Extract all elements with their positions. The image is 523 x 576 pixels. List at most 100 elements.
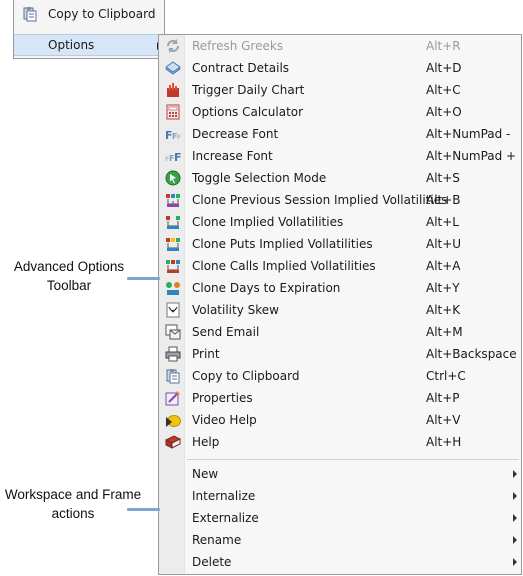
menu-item-shortcut: Alt+S bbox=[426, 171, 460, 185]
menu-item-shortcut: Alt+Backspace bbox=[426, 347, 517, 361]
menu-item-clone-puts[interactable]: Clone Puts Implied Vollatilities Alt+U bbox=[159, 233, 521, 255]
parent-context-menu: Copy to Clipboard Options bbox=[13, 0, 165, 59]
menu-item-increase-font[interactable]: FFF Increase Font Alt+NumPad + bbox=[159, 145, 521, 167]
menu-item-copy-to-clipboard[interactable]: Copy to Clipboard Ctrl+C bbox=[159, 365, 521, 387]
parent-menu-copy-to-clipboard[interactable]: Copy to Clipboard bbox=[14, 3, 164, 25]
parent-menu-copy-label: Copy to Clipboard bbox=[48, 7, 156, 21]
toggle-selection-icon bbox=[165, 170, 181, 186]
menu-item-shortcut: Alt+V bbox=[426, 413, 461, 427]
clipboard-icon bbox=[22, 6, 38, 22]
menu-item-label: Options Calculator bbox=[192, 105, 304, 119]
clone-calls-icon bbox=[165, 258, 181, 274]
menu-item-shortcut: Alt+H bbox=[426, 435, 462, 449]
menu-item-externalize[interactable]: Externalize bbox=[159, 507, 521, 529]
menu-item-new[interactable]: New bbox=[159, 463, 521, 485]
menu-item-label: Toggle Selection Mode bbox=[192, 171, 327, 185]
menu-item-label: Internalize bbox=[192, 489, 256, 503]
menu-item-help[interactable]: Help Alt+H bbox=[159, 431, 521, 453]
menu-item-toggle-selection-mode[interactable]: Toggle Selection Mode Alt+S bbox=[159, 167, 521, 189]
submenu-arrow-icon bbox=[513, 514, 517, 522]
menu-item-rename[interactable]: Rename bbox=[159, 529, 521, 551]
menu-item-properties[interactable]: Properties Alt+P bbox=[159, 387, 521, 409]
menu-item-label: Clone Puts Implied Vollatilities bbox=[192, 237, 373, 251]
menu-item-shortcut: Alt+R bbox=[426, 39, 461, 53]
refresh-icon bbox=[165, 38, 181, 54]
menu-item-shortcut: Ctrl+C bbox=[426, 369, 466, 383]
menu-item-trigger-daily-chart[interactable]: Trigger Daily Chart Alt+C bbox=[159, 79, 521, 101]
menu-item-clone-previous-session[interactable]: Clone Previous Session Implied Vollatili… bbox=[159, 189, 521, 211]
menu-item-label: Clone Implied Vollatilities bbox=[192, 215, 344, 229]
menu-item-video-help[interactable]: Video Help Alt+V bbox=[159, 409, 521, 431]
contract-details-icon bbox=[165, 60, 181, 76]
menu-item-shortcut: Alt+D bbox=[426, 61, 462, 75]
submenu-arrow-icon bbox=[513, 492, 517, 500]
menu-item-shortcut: Alt+K bbox=[426, 303, 461, 317]
menu-item-refresh-greeks[interactable]: Refresh Greeks Alt+R bbox=[159, 35, 521, 57]
menu-item-clone-days[interactable]: Clone Days to Expiration Alt+Y bbox=[159, 277, 521, 299]
menu-item-shortcut: Alt+U bbox=[426, 237, 462, 251]
annotation-pointer-line bbox=[127, 277, 160, 280]
svg-text:F: F bbox=[174, 151, 181, 164]
clipboard-icon bbox=[165, 368, 181, 384]
menu-item-shortcut: Alt+B bbox=[426, 193, 461, 207]
menu-item-label: Video Help bbox=[192, 413, 257, 427]
menu-item-label: Clone Previous Session Implied Vollatili… bbox=[192, 193, 448, 207]
menu-item-label: Refresh Greeks bbox=[192, 39, 284, 53]
menu-item-options-calculator[interactable]: Options Calculator Alt+O bbox=[159, 101, 521, 123]
parent-menu-options-label: Options bbox=[48, 38, 95, 52]
menu-item-label: Clone Days to Expiration bbox=[192, 281, 341, 295]
help-book-icon bbox=[164, 434, 182, 450]
menu-item-label: Send Email bbox=[192, 325, 260, 339]
menu-item-shortcut: Alt+O bbox=[426, 105, 462, 119]
menu-item-clone-implied[interactable]: Clone Implied Vollatilities Alt+L bbox=[159, 211, 521, 233]
svg-text:F: F bbox=[177, 134, 181, 141]
daily-chart-icon bbox=[165, 82, 181, 98]
menu-item-contract-details[interactable]: Contract Details Alt+D bbox=[159, 57, 521, 79]
menu-item-label: Properties bbox=[192, 391, 253, 405]
decrease-font-icon: FFF bbox=[165, 126, 181, 142]
menu-item-shortcut: Alt+A bbox=[426, 259, 461, 273]
submenu-arrow-icon bbox=[513, 536, 517, 544]
menu-separator bbox=[187, 459, 519, 460]
menu-item-clone-calls[interactable]: Clone Calls Implied Vollatilities Alt+A bbox=[159, 255, 521, 277]
menu-item-label: Help bbox=[192, 435, 220, 449]
menu-item-label: Externalize bbox=[192, 511, 259, 525]
menu-item-label: Delete bbox=[192, 555, 232, 569]
menu-item-label: Rename bbox=[192, 533, 242, 547]
properties-icon bbox=[165, 390, 181, 406]
menu-item-print[interactable]: Print Alt+Backspace bbox=[159, 343, 521, 365]
submenu-arrow-icon bbox=[513, 470, 517, 478]
menu-item-internalize[interactable]: Internalize bbox=[159, 485, 521, 507]
submenu-arrow-icon bbox=[513, 558, 517, 566]
menu-item-label: Clone Calls Implied Vollatilities bbox=[192, 259, 376, 273]
menu-item-delete[interactable]: Delete bbox=[159, 551, 521, 573]
menu-item-shortcut: Alt+Y bbox=[426, 281, 460, 295]
menu-item-label: Decrease Font bbox=[192, 127, 279, 141]
menu-item-label: Contract Details bbox=[192, 61, 290, 75]
volatility-skew-icon bbox=[165, 302, 181, 318]
menu-item-label: Trigger Daily Chart bbox=[192, 83, 305, 97]
menu-item-send-email[interactable]: Send Email Alt+M bbox=[159, 321, 521, 343]
menu-item-label: Copy to Clipboard bbox=[192, 369, 300, 383]
menu-item-decrease-font[interactable]: FFF Decrease Font Alt+NumPad - bbox=[159, 123, 521, 145]
clone-days-icon bbox=[165, 280, 181, 296]
clone-previous-icon bbox=[165, 192, 181, 208]
clone-implied-icon bbox=[165, 214, 181, 230]
video-help-icon bbox=[165, 412, 181, 428]
menu-item-volatility-skew[interactable]: Volatility Skew Alt+K bbox=[159, 299, 521, 321]
menu-item-label: Increase Font bbox=[192, 149, 273, 163]
increase-font-icon: FFF bbox=[165, 148, 182, 164]
email-icon bbox=[165, 324, 181, 340]
options-submenu: Refresh Greeks Alt+R Contract Details Al… bbox=[158, 34, 522, 575]
clone-puts-icon bbox=[165, 236, 181, 252]
calculator-icon bbox=[165, 104, 181, 120]
annotation-pointer-line bbox=[127, 508, 160, 511]
parent-menu-options[interactable]: Options bbox=[14, 34, 164, 56]
printer-icon bbox=[165, 346, 181, 362]
menu-item-shortcut: Alt+NumPad + bbox=[426, 149, 517, 163]
menu-item-shortcut: Alt+L bbox=[426, 215, 459, 229]
menu-item-shortcut: Alt+P bbox=[426, 391, 460, 405]
annotation-advanced-toolbar: Advanced Options Toolbar bbox=[13, 259, 125, 293]
menu-item-label: Volatility Skew bbox=[192, 303, 279, 317]
annotation-workspace-frame: Workspace and Frame actions bbox=[4, 487, 142, 521]
